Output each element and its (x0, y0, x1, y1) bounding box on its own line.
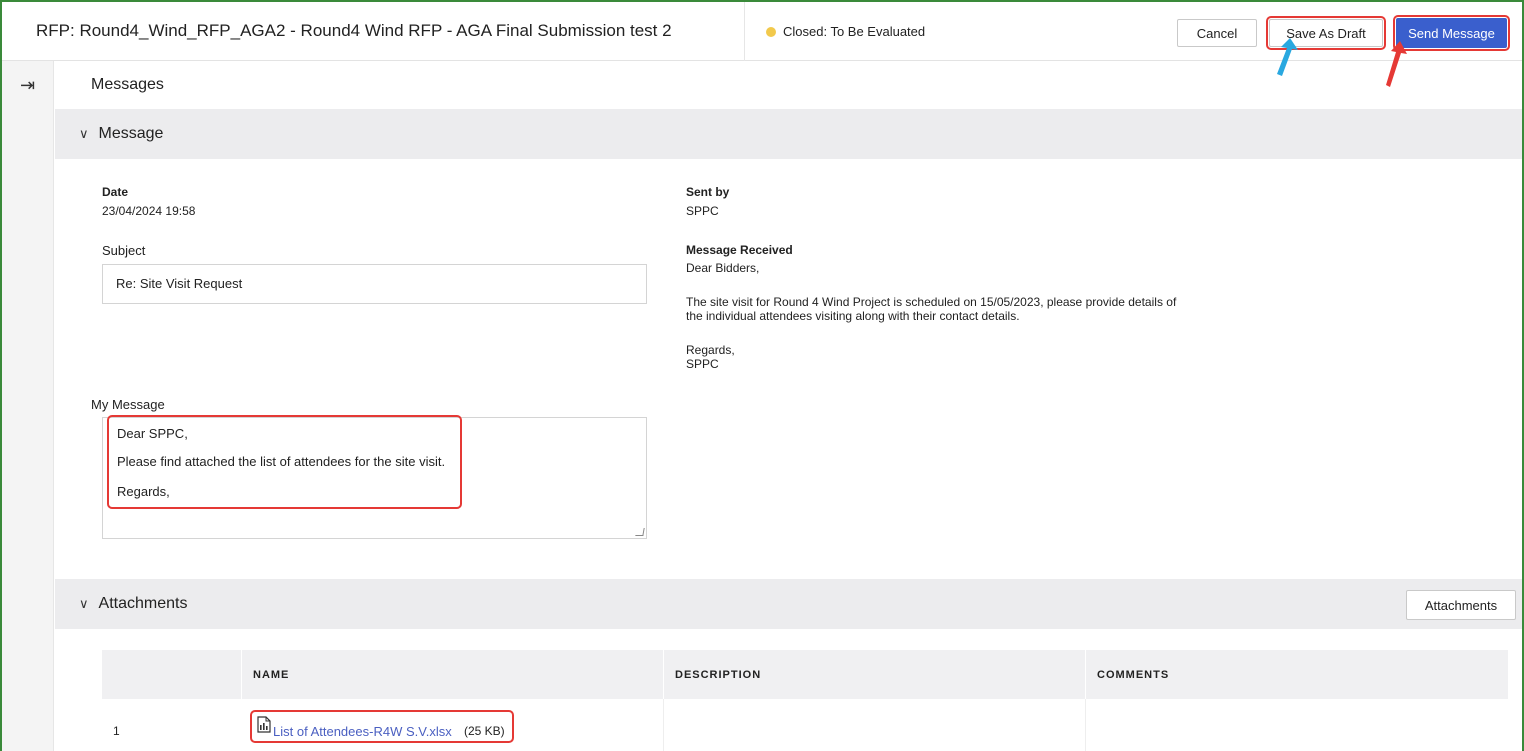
column-divider (1085, 699, 1086, 751)
column-header-name[interactable]: NAME (253, 669, 289, 681)
sent-by-label: Sent by (686, 185, 730, 199)
side-rail: ⇥ (2, 61, 54, 751)
resize-grip-icon[interactable] (635, 528, 645, 536)
app-frame: RFP: Round4_Wind_RFP_AGA2 - Round4 Wind … (0, 0, 1524, 751)
column-divider (241, 650, 242, 699)
subject-field[interactable]: Re: Site Visit Request (102, 264, 647, 304)
message-section-label: Message (98, 125, 164, 142)
date-label: Date (102, 185, 129, 199)
subject-label: Subject (102, 243, 146, 258)
status-dot-icon (766, 26, 776, 37)
status-badge: Closed: To Be Evaluated (766, 24, 925, 39)
date-value: 23/04/2024 19:58 (102, 204, 196, 218)
attachment-file-size: (25 KB) (464, 724, 505, 738)
table-row-number: 1 (113, 724, 120, 738)
my-message-line: Regards, (117, 484, 170, 499)
my-message-line: Dear SPPC, (117, 426, 188, 441)
column-divider (663, 650, 664, 699)
cancel-button[interactable]: Cancel (1177, 19, 1257, 47)
my-message-label: My Message (91, 397, 165, 412)
main-content: Messages ∨ Message Date 23/04/2024 19:58… (55, 61, 1522, 751)
header-divider (744, 2, 745, 61)
column-header-comments[interactable]: COMMENTS (1097, 669, 1169, 681)
messages-heading: Messages (91, 76, 164, 93)
status-text: Closed: To Be Evaluated (783, 24, 926, 39)
my-message-line: Please find attached the list of attende… (117, 454, 446, 469)
chevron-down-icon: ∨ (79, 596, 89, 611)
received-line: Dear Bidders, (686, 261, 760, 275)
message-section-header[interactable]: ∨ Message (55, 109, 1522, 159)
spreadsheet-file-icon (257, 716, 271, 733)
received-line: Regards, (686, 343, 735, 357)
received-line: SPPC (686, 357, 719, 371)
chevron-down-icon: ∨ (79, 126, 89, 141)
message-received-label: Message Received (686, 243, 793, 257)
expand-panel-icon[interactable]: ⇥ (20, 75, 35, 96)
sent-by-value: SPPC (686, 204, 719, 218)
received-line: The site visit for Round 4 Wind Project … (686, 295, 1177, 309)
page-title: RFP: Round4_Wind_RFP_AGA2 - Round4 Wind … (36, 21, 672, 40)
received-line: the individual attendees visiting along … (686, 309, 1020, 323)
attachment-file-link[interactable]: List of Attendees-R4W S.V.xlsx (273, 724, 452, 739)
column-divider (1085, 650, 1086, 699)
attachments-section-header[interactable]: ∨ Attachments (55, 579, 1522, 629)
attachments-section-label: Attachments (98, 595, 188, 612)
send-message-button[interactable]: Send Message (1393, 15, 1510, 51)
attachments-button[interactable]: Attachments (1406, 590, 1516, 620)
header-bar: RFP: Round4_Wind_RFP_AGA2 - Round4 Wind … (2, 2, 1522, 87)
column-divider (663, 699, 664, 751)
column-header-description[interactable]: DESCRIPTION (675, 669, 761, 681)
attachments-table-header: NAME DESCRIPTION COMMENTS (102, 650, 1508, 699)
